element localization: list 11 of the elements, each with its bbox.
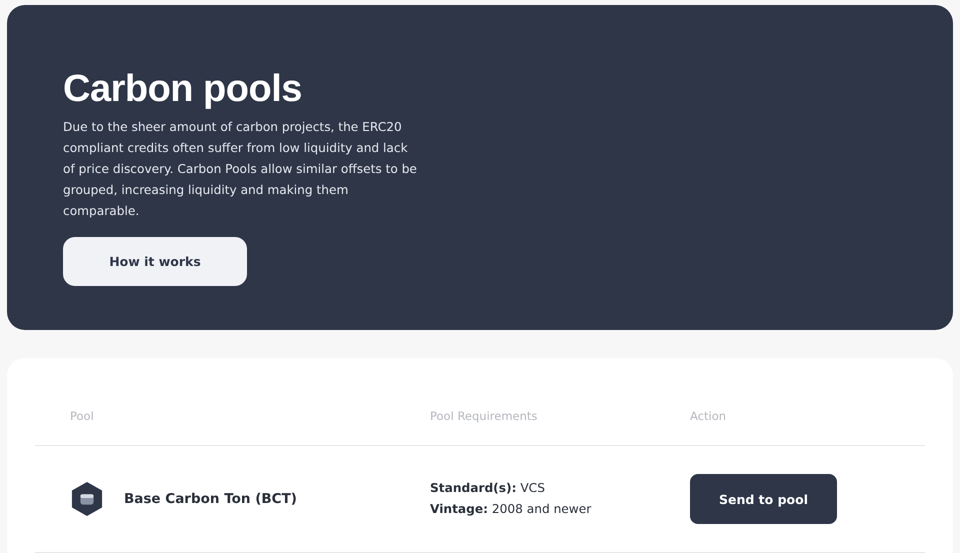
how-it-works-button[interactable]: How it works <box>63 237 247 286</box>
send-to-pool-button[interactable]: Send to pool <box>690 474 837 524</box>
column-header: Action <box>690 408 728 422</box>
column-header: Pool Requirements <box>430 408 538 422</box>
requirement-text: Standard(s): VCS <box>430 480 546 497</box>
pool-name: Base Carbon Ton (BCT) <box>124 491 297 507</box>
hero-description: Due to the sheer amount of carbon projects, the ERC20 compliant credits often suffer from low liquidity and lack of price discovery. Carbon Pools allow similar offsets to be grouped, increasing liquidity and making them comparable. <box>63 119 418 220</box>
page-title: Carbon pools <box>63 67 303 111</box>
column-header: Pool <box>69 408 95 422</box>
hexagon-token-icon <box>71 481 103 517</box>
requirement-text: Vintage: 2008 and newer <box>430 501 592 518</box>
